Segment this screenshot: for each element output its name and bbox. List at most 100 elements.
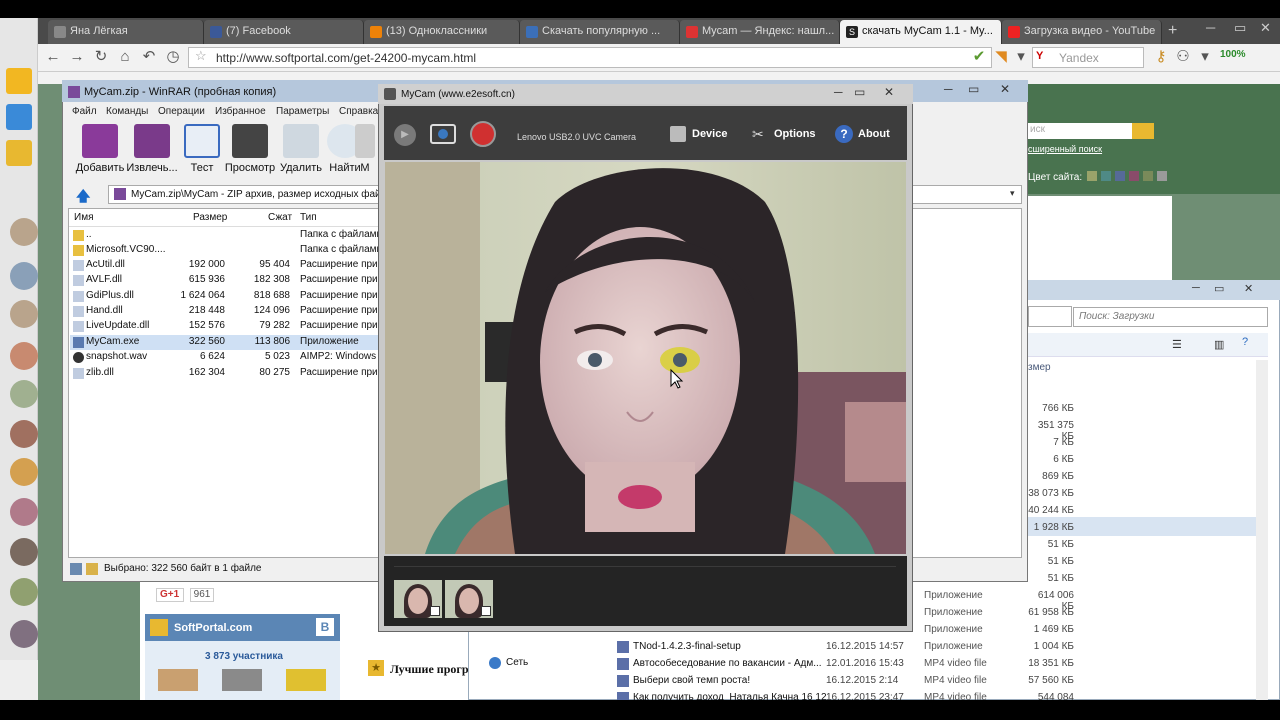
browser-tab-active[interactable]: Sскачать MyCam 1.1 - My... xyxy=(840,20,1002,44)
browser-tab[interactable]: Mycam — Яндекс: нашл... xyxy=(680,20,840,44)
maximize-icon[interactable]: ▭ xyxy=(854,85,865,99)
minimize-icon[interactable]: ─ xyxy=(944,82,953,96)
menu-favorites[interactable]: Избранное xyxy=(215,106,266,117)
dropdown-chevron-icon[interactable]: ▾ xyxy=(1012,48,1030,66)
file-name[interactable]: Автособеседование по вакансии - Адм... xyxy=(633,658,822,669)
column-name[interactable]: Имя xyxy=(74,212,93,223)
avatar[interactable] xyxy=(10,538,38,566)
minimize-icon[interactable]: ─ xyxy=(834,85,843,99)
color-swatch[interactable] xyxy=(1087,171,1097,181)
menu-file[interactable]: Файл xyxy=(72,106,97,117)
avatar[interactable] xyxy=(10,420,38,448)
list-item[interactable]: GdiPlus.dll 1 624 064 818 688 Расширение пр… xyxy=(70,289,382,304)
view-icon[interactable]: ☰ xyxy=(1172,338,1182,351)
bookmark-star-icon[interactable]: ☆ xyxy=(195,48,207,64)
explorer-search-input[interactable]: Поиск: Загрузки xyxy=(1073,307,1268,327)
browser-tab[interactable]: Загрузка видео - YouTube xyxy=(1002,20,1162,44)
snapshot-thumbnail[interactable] xyxy=(445,580,493,618)
list-item[interactable]: zlib.dll 162 304 80 275 Расширение при... xyxy=(70,366,382,381)
download-icon[interactable] xyxy=(6,104,32,130)
minimize-icon[interactable]: ─ xyxy=(1192,282,1200,294)
save-icon[interactable] xyxy=(430,606,440,616)
vk-icon[interactable]: B xyxy=(316,618,334,636)
options-button[interactable]: Options xyxy=(774,128,816,140)
maximize-icon[interactable]: ▭ xyxy=(1214,282,1224,295)
user-icon[interactable]: ⚇ xyxy=(1174,48,1192,66)
list-item[interactable]: Hand.dll 218 448 124 096 Расширение при... xyxy=(70,304,382,319)
avatar[interactable] xyxy=(10,218,38,246)
reload-icon[interactable]: ↻ xyxy=(92,48,110,66)
search-input[interactable]: Yandex xyxy=(1032,47,1144,68)
preview-pane-icon[interactable]: ▥ xyxy=(1214,338,1224,351)
avatar[interactable] xyxy=(10,380,38,408)
maximize-icon[interactable]: ▭ xyxy=(968,82,979,96)
browser-tab[interactable]: (7) Facebook xyxy=(204,20,364,44)
color-swatch[interactable] xyxy=(1115,171,1125,181)
minimize-icon[interactable]: ─ xyxy=(1206,20,1215,35)
about-button[interactable]: About xyxy=(858,128,890,140)
key-icon[interactable]: ⚷ xyxy=(1152,48,1170,66)
color-swatch[interactable] xyxy=(1101,171,1111,181)
play-icon[interactable]: ▶ xyxy=(394,124,416,146)
close-icon[interactable]: ✕ xyxy=(1260,20,1271,36)
member-avatar[interactable] xyxy=(222,669,262,691)
scrollbar[interactable] xyxy=(1256,360,1268,700)
more-button[interactable]: М xyxy=(352,124,378,174)
list-item[interactable]: AcUtil.dll 192 000 95 404 Расширение при... xyxy=(70,258,382,273)
avatar[interactable] xyxy=(10,498,38,526)
site-search-button[interactable] xyxy=(1132,123,1154,139)
close-icon[interactable]: ✕ xyxy=(1244,282,1253,295)
member-avatar[interactable] xyxy=(158,669,198,691)
avatar[interactable] xyxy=(10,300,38,328)
column-type[interactable]: Тип xyxy=(300,212,317,223)
avatar[interactable] xyxy=(10,342,38,370)
color-swatch[interactable] xyxy=(1143,171,1153,181)
close-icon[interactable]: ✕ xyxy=(1000,82,1010,96)
list-item[interactable]: .. Папка с файлами xyxy=(70,228,382,243)
advanced-search-link[interactable]: сширенный поиск xyxy=(1028,144,1102,154)
extract-button[interactable]: Извлечь... xyxy=(124,124,180,174)
history-icon[interactable]: ◷ xyxy=(164,48,182,66)
record-icon[interactable] xyxy=(470,121,496,147)
column-packed[interactable]: Сжат xyxy=(268,212,292,223)
avatar[interactable] xyxy=(10,620,38,648)
new-tab-icon[interactable]: + xyxy=(1168,22,1177,40)
widget-members[interactable]: 3 873 участника xyxy=(205,651,283,662)
home-icon[interactable]: ⌂ xyxy=(116,48,134,66)
rss-icon[interactable]: ◥ xyxy=(992,48,1010,66)
close-icon[interactable]: ✕ xyxy=(884,85,894,99)
list-item[interactable]: AVLF.dll 615 936 182 308 Расширение при... xyxy=(70,273,382,288)
column-size-header[interactable]: змер xyxy=(1028,362,1051,373)
favorites-icon[interactable] xyxy=(6,68,32,94)
list-item[interactable]: LiveUpdate.dll 152 576 79 282 Расширение пр… xyxy=(70,319,382,334)
avatar[interactable] xyxy=(10,458,38,486)
camera-name[interactable]: Lenovo USB2.0 UVC Camera xyxy=(517,132,636,142)
nav-network[interactable]: Сеть xyxy=(506,657,528,668)
up-folder-icon[interactable]: 🡅 xyxy=(76,186,92,204)
color-swatch[interactable] xyxy=(1157,171,1167,181)
path-dropdown-icon[interactable]: ▾ xyxy=(1010,188,1015,199)
column-size[interactable]: Размер xyxy=(193,212,227,223)
menu-help[interactable]: Справка xyxy=(339,106,378,117)
browser-tab[interactable]: (13) Одноклассники xyxy=(364,20,520,44)
menu-operations[interactable]: Операции xyxy=(158,106,205,117)
explorer-address[interactable] xyxy=(1028,306,1072,327)
add-button[interactable]: Добавить xyxy=(72,124,128,174)
list-item[interactable]: snapshot.wav 6 624 5 023 AIMP2: Windows ... xyxy=(70,350,382,365)
avatar[interactable] xyxy=(10,262,38,290)
file-name[interactable]: TNod-1.4.2.3-final-setup xyxy=(633,641,741,652)
menu-options[interactable]: Параметры xyxy=(276,106,329,117)
browser-tab[interactable]: Скачать популярную ... xyxy=(520,20,680,44)
list-item[interactable]: Microsoft.VC90.... Папка с файлами xyxy=(70,243,382,258)
avatar[interactable] xyxy=(10,578,38,606)
maximize-icon[interactable]: ▭ xyxy=(1234,20,1246,36)
notes-icon[interactable] xyxy=(6,140,32,166)
color-swatch[interactable] xyxy=(1129,171,1139,181)
gplus-button[interactable]: G+1 xyxy=(156,588,184,602)
list-item-selected[interactable]: MyCam.exe 322 560 113 806 Приложение xyxy=(70,335,382,350)
save-icon[interactable] xyxy=(481,606,491,616)
widget-title[interactable]: SoftPortal.com xyxy=(174,622,252,634)
site-search-input[interactable]: иск xyxy=(1028,123,1132,139)
device-button[interactable]: Device xyxy=(692,128,727,140)
menu-commands[interactable]: Команды xyxy=(106,106,148,117)
